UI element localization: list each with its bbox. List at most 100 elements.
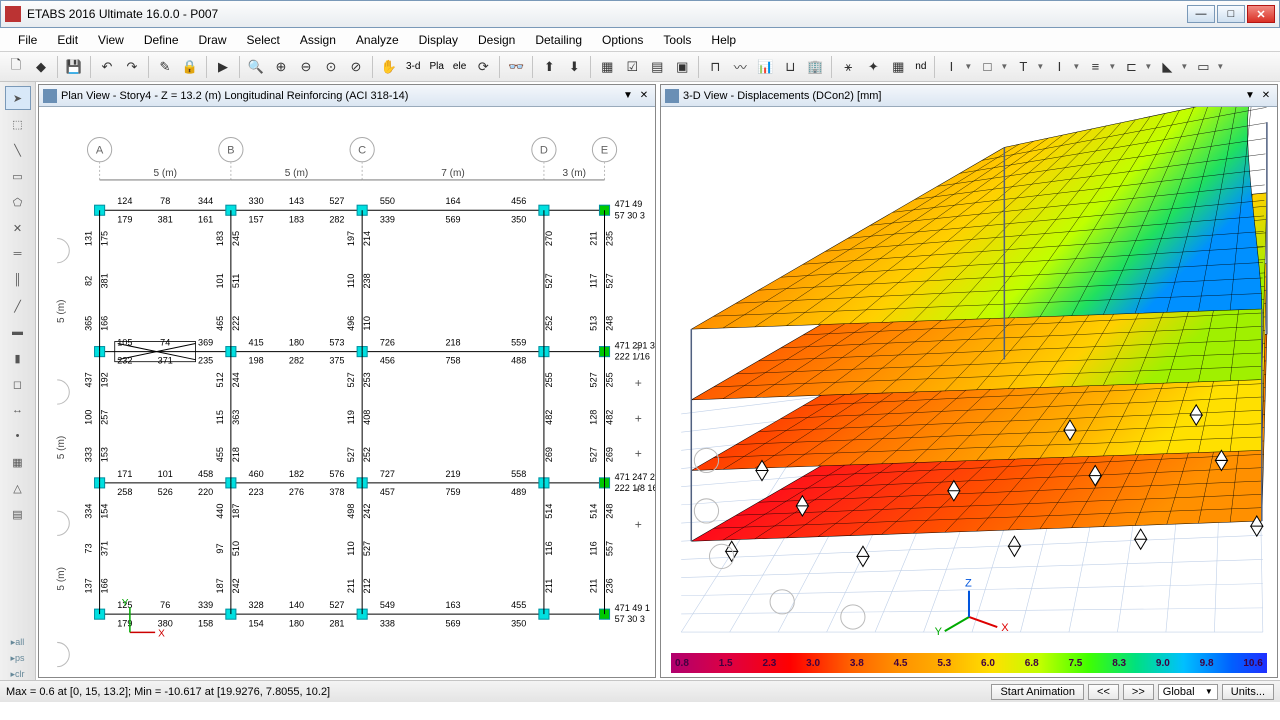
view-plan-button[interactable]: Pla	[425, 56, 447, 78]
menu-assign[interactable]: Assign	[290, 30, 346, 50]
menu-define[interactable]: Define	[134, 30, 189, 50]
refresh-icon[interactable]: ✎	[153, 55, 177, 79]
menu-options[interactable]: Options	[592, 30, 653, 50]
building-icon[interactable]: 🏢	[803, 55, 827, 79]
rotate-icon[interactable]: ⟳	[471, 55, 495, 79]
chart-icon[interactable]: 📊	[753, 55, 777, 79]
start-animation-button[interactable]: Start Animation	[991, 684, 1084, 700]
menu-select[interactable]: Select	[237, 30, 290, 50]
menu-analyze[interactable]: Analyze	[346, 30, 409, 50]
menu-detailing[interactable]: Detailing	[525, 30, 592, 50]
layers-icon[interactable]: ▤	[645, 55, 669, 79]
svg-text:573: 573	[329, 338, 344, 348]
poly-icon[interactable]: ⬠	[5, 190, 31, 214]
svg-text:514: 514	[588, 504, 598, 519]
grid-icon[interactable]: ▦	[886, 55, 910, 79]
redo-icon[interactable]: ↷	[120, 55, 144, 79]
menu-draw[interactable]: Draw	[189, 30, 237, 50]
snap-icon[interactable]: ⚹	[836, 55, 860, 79]
select-icon[interactable]: ⬚	[5, 112, 31, 136]
menu-view[interactable]: View	[88, 30, 134, 50]
object-icon[interactable]: ▦	[595, 55, 619, 79]
svg-text:C: C	[358, 145, 366, 157]
prev-select-label[interactable]: ▸ps	[10, 652, 24, 664]
select-all-label[interactable]: ▸all	[11, 636, 25, 648]
svg-text:350: 350	[511, 618, 526, 628]
pan-icon[interactable]: ✋	[377, 55, 401, 79]
plan-dropdown-icon[interactable]: ▼	[621, 89, 635, 103]
svg-text:128: 128	[588, 410, 598, 425]
plan-close-icon[interactable]: ✕	[637, 89, 651, 103]
pointer-icon[interactable]: ➤	[5, 86, 31, 110]
new-icon[interactable]: 🗋	[4, 55, 28, 79]
view-3d-button[interactable]: 3-d	[402, 56, 424, 78]
line-icon[interactable]: ╲	[5, 138, 31, 162]
svg-text:X: X	[158, 628, 165, 639]
undo-icon[interactable]: ↶	[95, 55, 119, 79]
down-arrow-icon[interactable]: ⬇	[562, 55, 586, 79]
zoom-prev-icon[interactable]: ⊖	[294, 55, 318, 79]
zoom-extents-icon[interactable]: ⊕	[269, 55, 293, 79]
window-title: ETABS 2016 Ultimate 16.0.0 - P007	[27, 7, 1187, 21]
step-next-button[interactable]: >>	[1123, 684, 1154, 700]
zoom-out-icon[interactable]: ⊘	[344, 55, 368, 79]
run-icon[interactable]: ▶	[211, 55, 235, 79]
cross-icon[interactable]: ✕	[5, 216, 31, 240]
moment-icon[interactable]: ⊔	[778, 55, 802, 79]
section-rect-icon[interactable]: ▭	[1191, 55, 1215, 79]
close-button[interactable]: ✕	[1247, 5, 1275, 23]
dim-icon[interactable]: ↔	[5, 398, 31, 422]
section-angle-icon[interactable]: ◣	[1155, 55, 1179, 79]
section-i-icon[interactable]: I	[939, 55, 963, 79]
menu-tools[interactable]: Tools	[653, 30, 701, 50]
joint-icon[interactable]: •	[5, 424, 31, 448]
wave-icon[interactable]: 〰	[728, 55, 752, 79]
svg-text:252: 252	[544, 316, 554, 331]
3d-dropdown-icon[interactable]: ▼	[1243, 89, 1257, 103]
menu-help[interactable]: Help	[701, 30, 746, 50]
3d-close-icon[interactable]: ✕	[1259, 89, 1273, 103]
view-elev-button[interactable]: ele	[449, 56, 470, 78]
menu-edit[interactable]: Edit	[47, 30, 88, 50]
slab-icon[interactable]: ▬	[5, 320, 31, 344]
mesh-icon[interactable]: ▤	[5, 502, 31, 526]
beam-icon[interactable]: ═	[5, 242, 31, 266]
column-icon[interactable]: ║	[5, 268, 31, 292]
lock-icon[interactable]: 🔒	[178, 55, 202, 79]
brace-icon[interactable]: ╱	[5, 294, 31, 318]
node-button[interactable]: nd	[911, 56, 930, 78]
clear-select-label[interactable]: ▸clr	[10, 668, 24, 680]
menu-design[interactable]: Design	[468, 30, 525, 50]
save-icon[interactable]: 💾	[62, 55, 86, 79]
step-prev-button[interactable]: <<	[1088, 684, 1119, 700]
svg-text:527: 527	[544, 273, 554, 288]
snap2-icon[interactable]: ✦	[861, 55, 885, 79]
opening-icon[interactable]: ◻	[5, 372, 31, 396]
maximize-button[interactable]: □	[1217, 5, 1245, 23]
3d-view-canvas[interactable]: XYZ 0.81.52.33.03.84.55.36.06.87.58.39.0…	[661, 107, 1277, 677]
check-icon[interactable]: ☑	[620, 55, 644, 79]
section-box-icon[interactable]: □	[975, 55, 999, 79]
frame-icon[interactable]: ⊓	[703, 55, 727, 79]
section-t-icon[interactable]: T	[1011, 55, 1035, 79]
rect-icon[interactable]: ▭	[5, 164, 31, 188]
menu-file[interactable]: File	[8, 30, 47, 50]
units-button[interactable]: Units...	[1222, 684, 1274, 700]
stack-icon[interactable]: ▣	[670, 55, 694, 79]
minimize-button[interactable]: —	[1187, 5, 1215, 23]
zoom-window-icon[interactable]: 🔍	[244, 55, 268, 79]
menu-display[interactable]: Display	[409, 30, 468, 50]
tri-icon[interactable]: △	[5, 476, 31, 500]
section-line-icon[interactable]: ≡	[1083, 55, 1107, 79]
open-icon[interactable]: ◆	[29, 55, 53, 79]
coord-system-select[interactable]: Global▼	[1158, 684, 1218, 700]
section-c-icon[interactable]: ⊏	[1119, 55, 1143, 79]
plan-view-canvas[interactable]: ABCDE5 (m)5 (m)7 (m)3 (m)471 4957 30 312…	[39, 107, 655, 677]
up-arrow-icon[interactable]: ⬆	[537, 55, 561, 79]
zoom-in-icon[interactable]: ⊙	[319, 55, 343, 79]
perspective-icon[interactable]: 👓	[504, 55, 528, 79]
wall-icon[interactable]: ▮	[5, 346, 31, 370]
grid2-icon[interactable]: ▦	[5, 450, 31, 474]
svg-text:557: 557	[605, 541, 615, 556]
section-i2-icon[interactable]: I	[1047, 55, 1071, 79]
